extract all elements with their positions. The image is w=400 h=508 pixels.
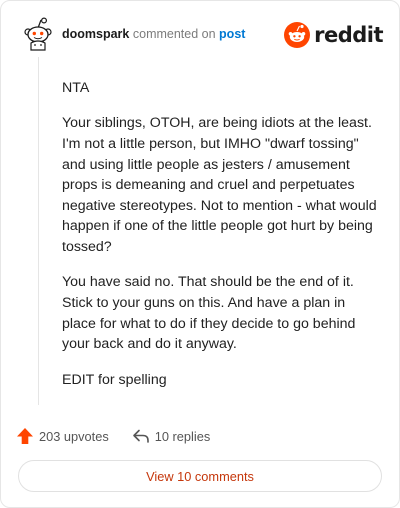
upvote-arrow-icon <box>17 428 33 444</box>
comment-paragraph: EDIT for spelling <box>62 371 167 388</box>
comment-paragraph: Your siblings, OTOH, are being idiots at… <box>62 115 377 255</box>
comment-paragraph: NTA <box>62 80 90 96</box>
comment-header: doomspark commented on post reddit <box>15 15 387 53</box>
reply-count: 10 replies <box>154 428 211 444</box>
reddit-brand[interactable]: reddit <box>284 21 383 49</box>
comment-paragraph: You have said no. That should be the end… <box>62 274 356 353</box>
upvote-button[interactable]: 203 upvotes <box>15 426 109 446</box>
post-link[interactable]: post <box>219 27 245 41</box>
view-comments-button[interactable]: View 10 comments <box>18 460 382 492</box>
reddit-logo-icon <box>284 22 311 48</box>
commented-on-text: commented on <box>132 27 216 41</box>
username-link[interactable]: doomspark <box>62 27 129 41</box>
comment-meta: doomspark commented on post <box>62 27 245 41</box>
reply-arrow-icon <box>132 429 149 443</box>
upvote-count: 203 upvotes <box>39 428 109 444</box>
snoo-avatar-icon[interactable] <box>21 17 55 51</box>
reddit-wordmark: reddit <box>314 23 383 47</box>
comment-actions: 203 upvotes 10 replies <box>15 425 210 447</box>
replies-button[interactable]: 10 replies <box>131 426 211 446</box>
comment-body: NTA Your siblings, OTOH, are being idiot… <box>62 78 378 405</box>
thread-line[interactable] <box>38 57 39 405</box>
comment-card: doomspark commented on post reddit NTA Y… <box>0 0 400 508</box>
